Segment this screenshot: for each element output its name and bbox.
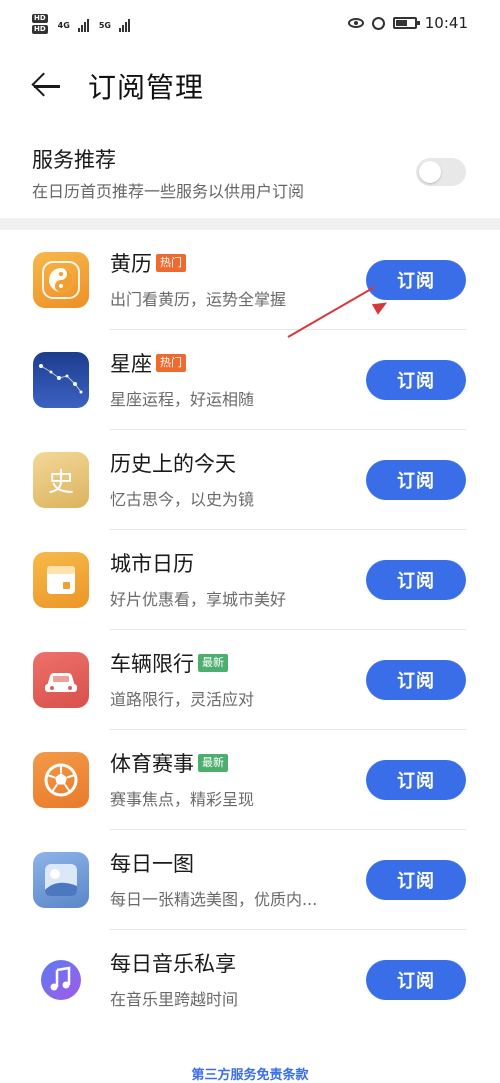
sim2-label: HD <box>32 25 48 34</box>
status-right: 10:41 <box>347 14 468 32</box>
app-header: 订阅管理 <box>0 58 500 114</box>
back-arrow-icon[interactable] <box>30 70 62 102</box>
history-icon: 史 <box>33 452 89 508</box>
service-item-city-calendar: 城市日历 好片优惠看，享城市美好 订阅 <box>0 530 500 630</box>
service-name: 每日音乐私享 <box>110 952 236 976</box>
photo-icon <box>33 852 89 908</box>
third-party-disclaimer-link[interactable]: 第三方服务免责条款 <box>0 1064 500 1083</box>
car-icon <box>33 652 89 708</box>
subscribe-button[interactable]: 订阅 <box>366 560 466 600</box>
alarm-icon <box>371 16 385 30</box>
status-bar: HD HD 4G 5G 10:41 <box>0 0 500 58</box>
service-description: 道路限行，灵活应对 <box>110 690 255 709</box>
service-name: 黄历 热门 <box>110 248 186 278</box>
recommend-description: 在日历首页推荐一些服务以供用户订阅 <box>32 182 305 201</box>
service-description: 在音乐里跨越时间 <box>110 990 239 1009</box>
net1-label: 4G <box>57 20 70 30</box>
calendar-icon <box>33 552 89 608</box>
subscribe-button[interactable]: 订阅 <box>366 860 466 900</box>
service-item-daily-picture: 每日一图 每日一张精选美图，优质内... 订阅 <box>0 830 500 930</box>
service-description: 赛事焦点，精彩呈现 <box>110 790 255 809</box>
soccer-ball-icon <box>33 752 89 808</box>
subscribe-button[interactable]: 订阅 <box>366 660 466 700</box>
service-item-daily-music: 每日音乐私享 在音乐里跨越时间 订阅 <box>0 930 500 1030</box>
service-item-huangli: 黄历 热门 出门看黄历，运势全掌握 订阅 <box>0 230 500 330</box>
signal-icon <box>118 18 130 32</box>
recommend-toggle[interactable] <box>416 158 466 186</box>
hot-badge: 热门 <box>156 254 186 272</box>
status-left: HD HD 4G 5G <box>32 14 130 36</box>
service-name: 每日一图 <box>110 852 194 876</box>
music-note-icon <box>33 952 89 1008</box>
yin-yang-icon <box>33 252 89 308</box>
net2-label: 5G <box>98 20 111 30</box>
service-name: 星座 热门 <box>110 348 186 378</box>
service-recommend-setting: 服务推荐 在日历首页推荐一些服务以供用户订阅 <box>0 138 500 216</box>
page-title: 订阅管理 <box>88 71 205 104</box>
new-badge: 最新 <box>198 654 228 672</box>
eye-comfort-icon <box>347 18 364 28</box>
hot-badge: 热门 <box>156 354 186 372</box>
service-name: 历史上的今天 <box>110 452 236 476</box>
service-list: 黄历 热门 出门看黄历，运势全掌握 订阅 星座 热门 星座运程，好运相随 订阅 <box>0 230 500 1030</box>
service-description: 每日一张精选美图，优质内... <box>110 890 318 909</box>
service-description: 星座运程，好运相随 <box>110 390 255 409</box>
service-description: 忆古思今，以史为镜 <box>110 490 255 509</box>
constellation-icon <box>33 352 89 408</box>
subscribe-button[interactable]: 订阅 <box>366 960 466 1000</box>
service-name: 城市日历 <box>110 552 194 576</box>
clock: 10:41 <box>424 14 468 32</box>
subscribe-button[interactable]: 订阅 <box>366 260 466 300</box>
recommend-title: 服务推荐 <box>32 148 116 172</box>
subscribe-button[interactable]: 订阅 <box>366 360 466 400</box>
service-item-history: 史 历史上的今天 忆古思今，以史为镜 订阅 <box>0 430 500 530</box>
service-item-vehicle-restriction: 车辆限行 最新 道路限行，灵活应对 订阅 <box>0 630 500 730</box>
battery-icon <box>392 17 420 29</box>
service-item-xingzuo: 星座 热门 星座运程，好运相随 订阅 <box>0 330 500 430</box>
service-name: 车辆限行 最新 <box>110 648 228 678</box>
subscribe-button[interactable]: 订阅 <box>366 460 466 500</box>
sim-indicators: HD HD <box>32 14 48 36</box>
section-separator <box>0 218 500 230</box>
history-glyph: 史 <box>47 467 74 498</box>
service-item-sports: 体育赛事 最新 赛事焦点，精彩呈现 订阅 <box>0 730 500 830</box>
subscribe-button[interactable]: 订阅 <box>366 760 466 800</box>
service-description: 好片优惠看，享城市美好 <box>110 590 287 609</box>
service-description: 出门看黄历，运势全掌握 <box>110 290 287 309</box>
new-badge: 最新 <box>198 754 228 772</box>
service-name: 体育赛事 最新 <box>110 748 228 778</box>
signal-icon <box>77 18 89 32</box>
sim1-label: HD <box>32 14 48 23</box>
